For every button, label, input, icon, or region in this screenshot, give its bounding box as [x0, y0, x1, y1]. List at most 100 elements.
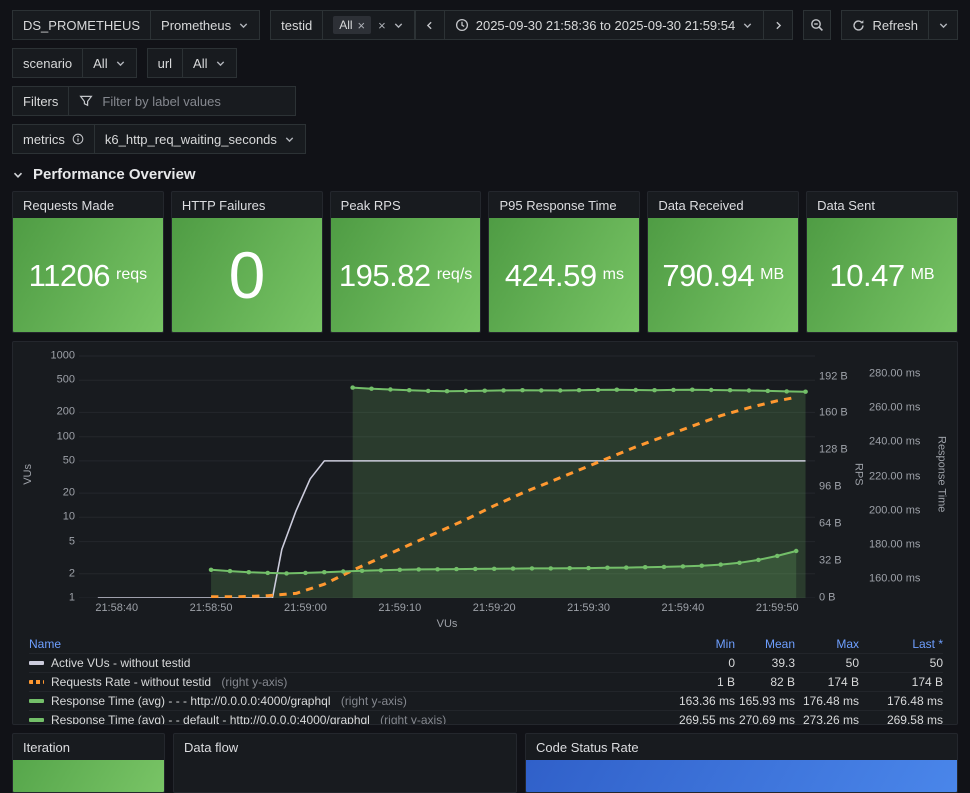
panel-title: Code Status Rate	[536, 739, 639, 755]
filters-input-box	[68, 86, 297, 116]
panel-body	[13, 760, 164, 792]
zoom-out-button[interactable]	[803, 10, 832, 40]
timeseries-panel: VUs 1 2 5 10 20 50 100 200 500 1000 0 B 32 B 64 B 96…	[12, 341, 958, 725]
axis-tick-label: 0 B	[819, 591, 836, 604]
legend-series-name[interactable]: Response Time (avg) - - - http://0.0.0.0…	[29, 694, 643, 708]
refresh-interval-dropdown[interactable]	[928, 10, 958, 40]
series-point	[586, 565, 591, 571]
stat-unit: MB	[910, 266, 935, 283]
testid-value-dropdown[interactable]: All × ×	[322, 10, 415, 40]
clear-selection-icon[interactable]: ×	[378, 19, 386, 32]
series-point	[633, 387, 639, 393]
series-axis-note: (right y-axis)	[376, 713, 447, 725]
legend-sort-max[interactable]: Max	[795, 637, 859, 651]
axis-tick-label: 21:59:30	[567, 602, 610, 614]
series-point	[284, 571, 289, 576]
stat-panel-1: HTTP Failures 0	[170, 191, 323, 333]
series-point	[614, 387, 620, 392]
series-point	[699, 563, 705, 568]
refresh-button[interactable]: Refresh	[841, 10, 929, 40]
chevron-down-icon	[938, 20, 949, 31]
series-point	[208, 567, 214, 572]
time-range-text: 2025-09-30 21:58:36 to 2025-09-30 21:59:…	[475, 17, 736, 33]
refresh-label: Refresh	[872, 17, 918, 33]
legend-row-0: Active VUs - without testid 0 39.3 50 50	[29, 653, 943, 672]
axis-tick-label: 1000	[50, 349, 75, 362]
time-shift-back-button[interactable]	[414, 10, 445, 40]
legend-min-value: 163.36 ms	[678, 694, 735, 708]
scenario-picker: scenario All	[12, 48, 137, 78]
stat-unit: ms	[602, 266, 624, 283]
chevron-down-icon	[284, 134, 295, 145]
chevron-right-icon	[773, 20, 784, 31]
axis-tick-label: 280.00 ms	[869, 367, 921, 380]
series-point	[774, 553, 780, 559]
stat-value-area: 424.59 ms	[489, 218, 640, 332]
stats-row: Requests Made 11206 reqs HTTP Failures 0 Peak…	[12, 191, 958, 333]
legend-row-2: Response Time (avg) - - - http://0.0.0.0…	[29, 691, 943, 710]
submenu-row-1: DS_PROMETHEUS Prometheus testid All × ×	[12, 10, 958, 40]
metrics-value-dropdown[interactable]: k6_http_req_waiting_seconds	[93, 124, 306, 154]
plot-area[interactable]	[79, 350, 815, 598]
axis-tick-label: 180.00 ms	[869, 538, 921, 551]
series-point	[406, 388, 412, 393]
dashboard: DS_PROMETHEUS Prometheus testid All × ×	[0, 0, 970, 793]
series-point	[576, 388, 582, 393]
submenu-row-3: Filters	[12, 86, 958, 116]
axis-tick-label: 96 B	[819, 480, 842, 493]
url-value-dropdown[interactable]: All	[182, 48, 237, 78]
axis-tick-label: 21:59:00	[284, 602, 327, 614]
series-point	[737, 560, 742, 565]
series-point	[463, 388, 469, 394]
series-point	[359, 568, 365, 573]
legend-series-name[interactable]: Active VUs - without testid	[29, 656, 643, 670]
axis-tick-label: 500	[56, 373, 75, 386]
testid-label: testid	[270, 10, 324, 40]
legend-mean-value: 165.93 ms	[738, 694, 795, 708]
testid-selected-chip[interactable]: All ×	[333, 16, 372, 34]
axis-tick-label: 1	[68, 591, 75, 604]
series-point	[623, 565, 629, 570]
time-controls: 2025-09-30 21:58:36 to 2025-09-30 21:59:…	[414, 10, 794, 40]
series-point	[756, 557, 761, 563]
stat-value: 10.47	[829, 257, 906, 293]
stat-panel-0: Requests Made 11206 reqs	[12, 191, 164, 333]
legend-sort-name[interactable]: Name	[29, 637, 643, 651]
stat-value-area: 10.47 MB	[807, 218, 957, 332]
legend-sort-last[interactable]: Last *	[859, 637, 943, 651]
filters-input[interactable]	[100, 92, 286, 110]
series-point	[444, 389, 450, 394]
filters-label: Filters	[12, 86, 70, 116]
chip-remove-icon[interactable]: ×	[358, 19, 366, 32]
legend-row-3: Response Time (avg) - - default - http:/…	[29, 710, 943, 725]
series-point	[539, 388, 544, 393]
legend-sort-mean[interactable]: Mean	[735, 637, 795, 651]
series-point	[708, 387, 714, 393]
scenario-value-dropdown[interactable]: All	[82, 48, 137, 78]
legend-series-name[interactable]: Requests Rate - without testid (right y-…	[29, 675, 643, 689]
legend-series-name[interactable]: Response Time (avg) - - default - http:/…	[29, 713, 643, 725]
series-point	[793, 548, 799, 554]
submenu-row-4: metrics k6_http_req_waiting_seconds	[12, 124, 958, 154]
legend-last-value: 50	[929, 656, 943, 670]
series-point	[435, 567, 440, 572]
panel-title: Iteration	[23, 739, 70, 755]
stat-value: 790.94	[662, 257, 755, 293]
metrics-label-box: metrics	[12, 124, 95, 154]
series-point	[727, 388, 733, 393]
chevron-left-icon	[424, 20, 435, 31]
time-range-picker[interactable]: 2025-09-30 21:58:36 to 2025-09-30 21:59:…	[443, 10, 765, 40]
series-label: Requests Rate - without testid	[51, 675, 212, 689]
series-point	[303, 570, 308, 576]
legend-sort-min[interactable]: Min	[643, 637, 735, 651]
series-point	[595, 387, 601, 393]
stat-value: 195.82	[338, 257, 431, 293]
series-point	[491, 566, 497, 571]
series-point	[378, 568, 384, 573]
collapse-chevron-icon	[12, 169, 24, 181]
time-shift-forward-button[interactable]	[763, 10, 794, 40]
series-point	[671, 387, 676, 393]
legend-max-value: 50	[845, 656, 859, 670]
section-header-performance-overview[interactable]: Performance Overview	[12, 166, 958, 183]
datasource-value-dropdown[interactable]: Prometheus	[150, 10, 261, 40]
